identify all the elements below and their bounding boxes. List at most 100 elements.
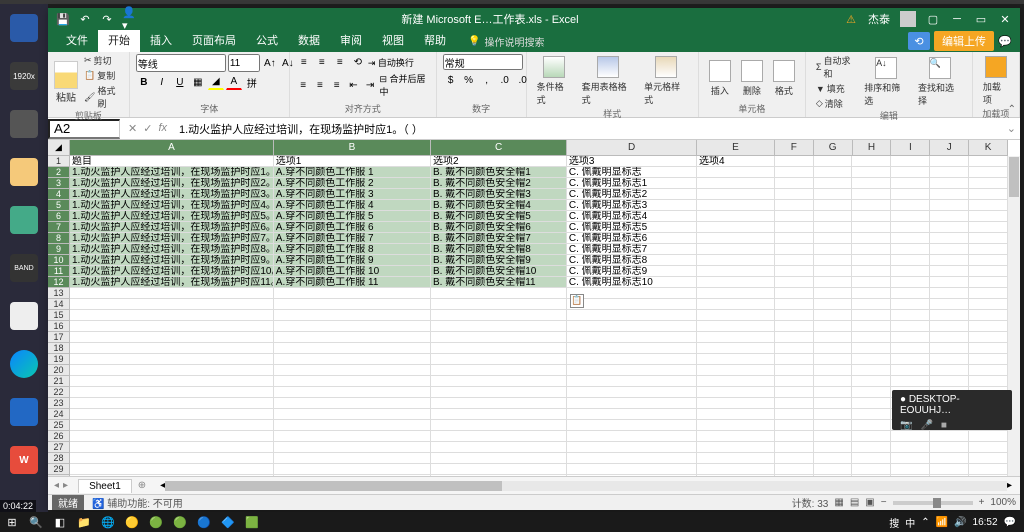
view-normal-icon[interactable]: ▦ (834, 497, 843, 508)
cell[interactable] (775, 288, 814, 298)
cell[interactable] (891, 255, 930, 265)
cell[interactable] (274, 376, 431, 386)
cell[interactable] (891, 200, 930, 210)
cell[interactable] (852, 189, 891, 199)
cell[interactable] (930, 464, 969, 474)
cell[interactable] (274, 288, 431, 298)
cell[interactable] (814, 420, 853, 430)
cell[interactable]: 1.动火监护人应经过培训，在现场监护时应11。（ ） (70, 277, 274, 287)
maximize-icon[interactable]: ▭ (974, 12, 988, 26)
cell[interactable] (969, 475, 1008, 476)
notes-icon[interactable] (0, 196, 48, 244)
col-header-F[interactable]: F (775, 140, 814, 156)
tab-review[interactable]: 审阅 (330, 30, 372, 52)
enter-formula-icon[interactable]: ✓ (143, 122, 152, 135)
cell-style-button[interactable]: 单元格样式 (640, 54, 692, 108)
cell[interactable] (274, 464, 431, 474)
cell[interactable] (431, 288, 567, 298)
cell[interactable] (431, 365, 567, 375)
toast-camera-icon[interactable]: 📷 (900, 420, 912, 431)
row-header[interactable]: 28 (48, 453, 70, 464)
tab-help[interactable]: 帮助 (414, 30, 456, 52)
col-header-A[interactable]: A (70, 140, 274, 156)
cell[interactable]: 1.动火监护人应经过培训，在现场监护时应2。（ ） (70, 178, 274, 188)
cell[interactable] (930, 288, 969, 298)
cell[interactable] (814, 211, 853, 221)
inc-decimal-icon[interactable]: .0 (497, 72, 513, 88)
cell[interactable] (697, 464, 775, 474)
tab-view[interactable]: 视图 (372, 30, 414, 52)
cell[interactable] (930, 244, 969, 254)
copy-button[interactable]: 📋 复制 (84, 69, 123, 82)
cell[interactable]: A.穿不同颜色工作服 1 (274, 167, 431, 177)
cell[interactable] (567, 475, 697, 476)
tab-data[interactable]: 数据 (288, 30, 330, 52)
start-button[interactable]: ⊞ (0, 512, 24, 532)
cell[interactable] (814, 178, 853, 188)
cell[interactable] (930, 233, 969, 243)
cell[interactable] (969, 343, 1008, 353)
upload-button[interactable]: 编辑上传 (934, 31, 994, 51)
cell[interactable] (852, 398, 891, 408)
cell[interactable] (274, 387, 431, 397)
cell[interactable] (930, 299, 969, 309)
cell[interactable] (567, 299, 697, 309)
cell[interactable] (775, 365, 814, 375)
warning-icon[interactable]: ⚠ (844, 12, 858, 26)
cell[interactable] (697, 299, 775, 309)
row-header[interactable]: 18 (48, 343, 70, 354)
cell[interactable] (775, 200, 814, 210)
cell[interactable] (431, 376, 567, 386)
monitor-icon[interactable] (0, 4, 48, 52)
italic-button[interactable]: I (154, 74, 170, 90)
row-header[interactable]: 21 (48, 376, 70, 387)
cell[interactable] (775, 475, 814, 476)
cell[interactable] (852, 233, 891, 243)
row-header[interactable]: 25 (48, 420, 70, 431)
cell[interactable] (697, 288, 775, 298)
cell[interactable] (891, 288, 930, 298)
zoom-out-icon[interactable]: − (881, 497, 887, 508)
tab-file[interactable]: 文件 (56, 30, 98, 52)
cell[interactable]: 选项3 (567, 156, 697, 166)
cell[interactable] (814, 365, 853, 375)
cell[interactable] (891, 310, 930, 320)
cell[interactable] (274, 420, 431, 430)
fx-icon[interactable]: fx (158, 122, 167, 135)
cell[interactable] (567, 376, 697, 386)
cell[interactable] (697, 178, 775, 188)
cell[interactable] (930, 266, 969, 276)
cell[interactable] (697, 442, 775, 452)
clock[interactable]: 16:52 (973, 517, 998, 528)
cell[interactable] (567, 332, 697, 342)
cell[interactable] (852, 200, 891, 210)
row-header[interactable]: 9 (48, 244, 70, 255)
cell[interactable]: A.穿不同颜色工作服 10 (274, 266, 431, 276)
cell[interactable] (70, 442, 274, 452)
row-header[interactable]: 17 (48, 332, 70, 343)
cell[interactable]: C. 佩戴明显标志9 (567, 266, 697, 276)
align-top-icon[interactable]: ≡ (296, 54, 312, 70)
cell[interactable] (431, 354, 567, 364)
cell[interactable] (431, 453, 567, 463)
cell[interactable] (969, 178, 1008, 188)
formula-expand-icon[interactable]: ⌄ (1003, 122, 1020, 135)
paste-button[interactable]: 粘贴 (54, 61, 78, 104)
recycle-icon[interactable] (0, 100, 48, 148)
cell[interactable] (891, 453, 930, 463)
cell[interactable] (775, 420, 814, 430)
paste-options-button[interactable]: 📋 (570, 294, 584, 308)
cell[interactable] (814, 464, 853, 474)
cell[interactable]: A.穿不同颜色工作服 6 (274, 222, 431, 232)
cell[interactable] (852, 211, 891, 221)
cell[interactable] (70, 343, 274, 353)
cell[interactable] (775, 464, 814, 474)
cell[interactable] (969, 167, 1008, 177)
cell[interactable] (70, 365, 274, 375)
user-icon[interactable]: 👤▾ (122, 12, 136, 26)
cell[interactable] (969, 189, 1008, 199)
cell[interactable] (891, 464, 930, 474)
cell[interactable] (697, 431, 775, 441)
col-header-B[interactable]: B (274, 140, 431, 156)
redo-icon[interactable]: ↷ (100, 12, 114, 26)
